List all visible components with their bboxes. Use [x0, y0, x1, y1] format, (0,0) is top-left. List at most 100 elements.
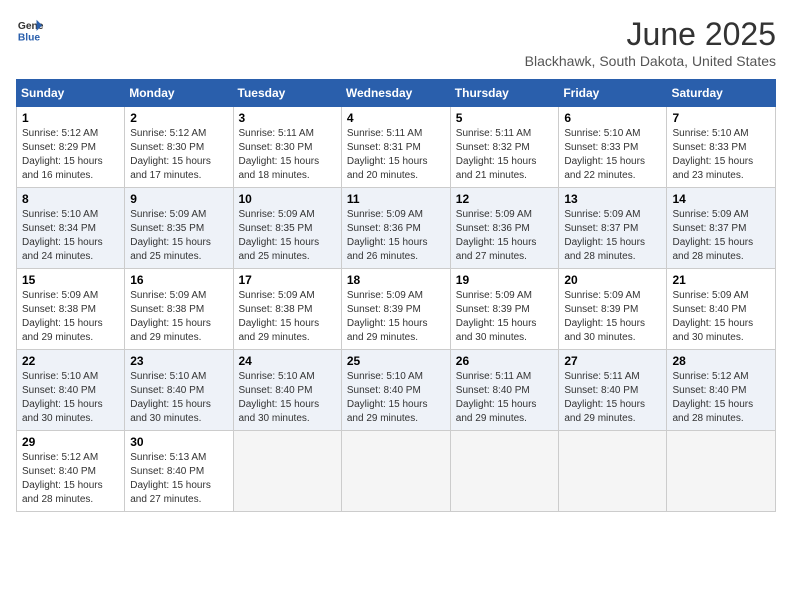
- day-number: 26: [456, 354, 554, 368]
- calendar-cell: 3 Sunrise: 5:11 AMSunset: 8:30 PMDaylight…: [233, 107, 341, 188]
- calendar-cell: 30Sunrise: 5:13 AMSunset: 8:40 PMDayligh…: [125, 431, 233, 512]
- weekday-header-wednesday: Wednesday: [341, 80, 450, 107]
- day-number: 21: [672, 273, 770, 287]
- day-number: 16: [130, 273, 227, 287]
- header: General Blue June 2025 Blackhawk, South …: [16, 16, 776, 69]
- day-number: 12: [456, 192, 554, 206]
- calendar-cell: 5 Sunrise: 5:11 AMSunset: 8:32 PMDaylight…: [450, 107, 559, 188]
- day-info: Sunrise: 5:11 AMSunset: 8:32 PMDaylight:…: [456, 127, 554, 183]
- day-info: Sunrise: 5:10 AMSunset: 8:40 PMDaylight:…: [130, 370, 227, 426]
- day-number: 6: [564, 111, 661, 125]
- calendar-week-row: 22Sunrise: 5:10 AMSunset: 8:40 PMDayligh…: [17, 350, 776, 431]
- weekday-header-thursday: Thursday: [450, 80, 559, 107]
- day-info: Sunrise: 5:09 AMSunset: 8:36 PMDaylight:…: [347, 208, 445, 264]
- weekday-header-sunday: Sunday: [17, 80, 125, 107]
- calendar-cell: 28Sunrise: 5:12 AMSunset: 8:40 PMDayligh…: [667, 350, 776, 431]
- calendar-week-row: 29 Sunrise: 5:12 AMSunset: 8:40 PMDayligh…: [17, 431, 776, 512]
- calendar-subtitle: Blackhawk, South Dakota, United States: [525, 53, 776, 69]
- day-info: Sunrise: 5:12 AMSunset: 8:29 PMDaylight:…: [22, 127, 119, 183]
- calendar-cell: 14 Sunrise: 5:09 AMSunset: 8:37 PMDayligh…: [667, 188, 776, 269]
- weekday-header-tuesday: Tuesday: [233, 80, 341, 107]
- day-number: 2: [130, 111, 227, 125]
- day-info: Sunrise: 5:09 AMSunset: 8:39 PMDaylight:…: [456, 289, 554, 345]
- day-info: Sunrise: 5:09 AMSunset: 8:38 PMDaylight:…: [22, 289, 119, 345]
- day-info: Sunrise: 5:11 AMSunset: 8:40 PMDaylight:…: [564, 370, 661, 426]
- title-area: June 2025 Blackhawk, South Dakota, Unite…: [525, 16, 776, 69]
- day-number: 13: [564, 192, 661, 206]
- weekday-header-monday: Monday: [125, 80, 233, 107]
- day-info: Sunrise: 5:09 AMSunset: 8:40 PMDaylight:…: [672, 289, 770, 345]
- calendar-cell: 21 Sunrise: 5:09 AMSunset: 8:40 PMDayligh…: [667, 269, 776, 350]
- day-info: Sunrise: 5:09 AMSunset: 8:36 PMDaylight:…: [456, 208, 554, 264]
- calendar-cell: 29 Sunrise: 5:12 AMSunset: 8:40 PMDayligh…: [17, 431, 125, 512]
- calendar-cell: 23Sunrise: 5:10 AMSunset: 8:40 PMDayligh…: [125, 350, 233, 431]
- day-number: 18: [347, 273, 445, 287]
- calendar-cell: [233, 431, 341, 512]
- day-info: Sunrise: 5:11 AMSunset: 8:31 PMDaylight:…: [347, 127, 445, 183]
- day-number: 3: [239, 111, 336, 125]
- day-info: Sunrise: 5:09 AMSunset: 8:39 PMDaylight:…: [564, 289, 661, 345]
- day-number: 27: [564, 354, 661, 368]
- calendar-cell: 4 Sunrise: 5:11 AMSunset: 8:31 PMDaylight…: [341, 107, 450, 188]
- calendar-cell: 13Sunrise: 5:09 AMSunset: 8:37 PMDayligh…: [559, 188, 667, 269]
- day-number: 20: [564, 273, 661, 287]
- day-info: Sunrise: 5:13 AMSunset: 8:40 PMDaylight:…: [130, 451, 227, 507]
- calendar-cell: 1Sunrise: 5:12 AMSunset: 8:29 PMDaylight…: [17, 107, 125, 188]
- day-info: Sunrise: 5:12 AMSunset: 8:30 PMDaylight:…: [130, 127, 227, 183]
- day-number: 4: [347, 111, 445, 125]
- day-info: Sunrise: 5:09 AMSunset: 8:38 PMDaylight:…: [239, 289, 336, 345]
- day-info: Sunrise: 5:12 AMSunset: 8:40 PMDaylight:…: [22, 451, 119, 507]
- day-info: Sunrise: 5:10 AMSunset: 8:40 PMDaylight:…: [22, 370, 119, 426]
- day-number: 28: [672, 354, 770, 368]
- day-info: Sunrise: 5:09 AMSunset: 8:39 PMDaylight:…: [347, 289, 445, 345]
- day-number: 17: [239, 273, 336, 287]
- day-info: Sunrise: 5:10 AMSunset: 8:33 PMDaylight:…: [564, 127, 661, 183]
- calendar-cell: 11 Sunrise: 5:09 AMSunset: 8:36 PMDayligh…: [341, 188, 450, 269]
- day-info: Sunrise: 5:10 AMSunset: 8:40 PMDaylight:…: [239, 370, 336, 426]
- calendar-week-row: 1Sunrise: 5:12 AMSunset: 8:29 PMDaylight…: [17, 107, 776, 188]
- weekday-header-saturday: Saturday: [667, 80, 776, 107]
- calendar-cell: 12 Sunrise: 5:09 AMSunset: 8:36 PMDayligh…: [450, 188, 559, 269]
- calendar-cell: 15 Sunrise: 5:09 AMSunset: 8:38 PMDayligh…: [17, 269, 125, 350]
- calendar-cell: 26Sunrise: 5:11 AMSunset: 8:40 PMDayligh…: [450, 350, 559, 431]
- calendar-cell: [559, 431, 667, 512]
- calendar-cell: 7 Sunrise: 5:10 AMSunset: 8:33 PMDaylight…: [667, 107, 776, 188]
- day-info: Sunrise: 5:10 AMSunset: 8:34 PMDaylight:…: [22, 208, 119, 264]
- day-number: 25: [347, 354, 445, 368]
- day-info: Sunrise: 5:09 AMSunset: 8:35 PMDaylight:…: [130, 208, 227, 264]
- day-number: 9: [130, 192, 227, 206]
- day-number: 8: [22, 192, 119, 206]
- day-number: 19: [456, 273, 554, 287]
- day-info: Sunrise: 5:09 AMSunset: 8:38 PMDaylight:…: [130, 289, 227, 345]
- calendar-cell: 24Sunrise: 5:10 AMSunset: 8:40 PMDayligh…: [233, 350, 341, 431]
- calendar-cell: 2 Sunrise: 5:12 AMSunset: 8:30 PMDaylight…: [125, 107, 233, 188]
- day-number: 5: [456, 111, 554, 125]
- day-number: 29: [22, 435, 119, 449]
- logo-icon: General Blue: [16, 16, 44, 44]
- calendar-cell: 8 Sunrise: 5:10 AMSunset: 8:34 PMDaylight…: [17, 188, 125, 269]
- svg-text:Blue: Blue: [18, 32, 41, 43]
- day-number: 14: [672, 192, 770, 206]
- logo: General Blue: [16, 16, 44, 44]
- day-number: 7: [672, 111, 770, 125]
- calendar-cell: 27 Sunrise: 5:11 AMSunset: 8:40 PMDayligh…: [559, 350, 667, 431]
- calendar-cell: [341, 431, 450, 512]
- calendar-cell: 16 Sunrise: 5:09 AMSunset: 8:38 PMDayligh…: [125, 269, 233, 350]
- calendar-cell: 19 Sunrise: 5:09 AMSunset: 8:39 PMDayligh…: [450, 269, 559, 350]
- calendar-table: SundayMondayTuesdayWednesdayThursdayFrid…: [16, 79, 776, 512]
- calendar-week-row: 8 Sunrise: 5:10 AMSunset: 8:34 PMDaylight…: [17, 188, 776, 269]
- calendar-cell: 25Sunrise: 5:10 AMSunset: 8:40 PMDayligh…: [341, 350, 450, 431]
- day-info: Sunrise: 5:10 AMSunset: 8:33 PMDaylight:…: [672, 127, 770, 183]
- calendar-cell: 20 Sunrise: 5:09 AMSunset: 8:39 PMDayligh…: [559, 269, 667, 350]
- calendar-cell: 22Sunrise: 5:10 AMSunset: 8:40 PMDayligh…: [17, 350, 125, 431]
- weekday-header-friday: Friday: [559, 80, 667, 107]
- day-number: 15: [22, 273, 119, 287]
- day-info: Sunrise: 5:09 AMSunset: 8:35 PMDaylight:…: [239, 208, 336, 264]
- calendar-cell: 17 Sunrise: 5:09 AMSunset: 8:38 PMDayligh…: [233, 269, 341, 350]
- calendar-week-row: 15 Sunrise: 5:09 AMSunset: 8:38 PMDayligh…: [17, 269, 776, 350]
- calendar-cell: 10 Sunrise: 5:09 AMSunset: 8:35 PMDayligh…: [233, 188, 341, 269]
- day-number: 10: [239, 192, 336, 206]
- day-number: 11: [347, 192, 445, 206]
- day-info: Sunrise: 5:11 AMSunset: 8:30 PMDaylight:…: [239, 127, 336, 183]
- day-info: Sunrise: 5:09 AMSunset: 8:37 PMDaylight:…: [672, 208, 770, 264]
